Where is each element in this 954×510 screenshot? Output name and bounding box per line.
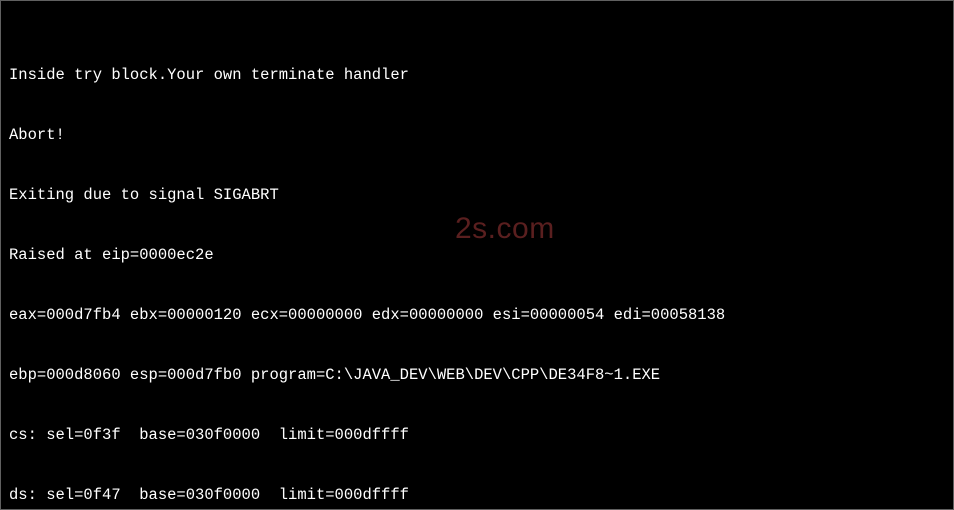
output-line: Raised at eip=0000ec2e <box>9 245 945 265</box>
terminal-window: 2s.com Inside try block.Your own termina… <box>0 0 954 510</box>
watermark-text: 2s.com <box>455 219 555 239</box>
output-line: ebp=000d8060 esp=000d7fb0 program=C:\JAV… <box>9 365 945 385</box>
output-line: Exiting due to signal SIGABRT <box>9 185 945 205</box>
output-line: Inside try block.Your own terminate hand… <box>9 65 945 85</box>
output-line: Abort! <box>9 125 945 145</box>
output-line: ds: sel=0f47 base=030f0000 limit=000dfff… <box>9 485 945 505</box>
output-line: cs: sel=0f3f base=030f0000 limit=000dfff… <box>9 425 945 445</box>
output-line: eax=000d7fb4 ebx=00000120 ecx=00000000 e… <box>9 305 945 325</box>
